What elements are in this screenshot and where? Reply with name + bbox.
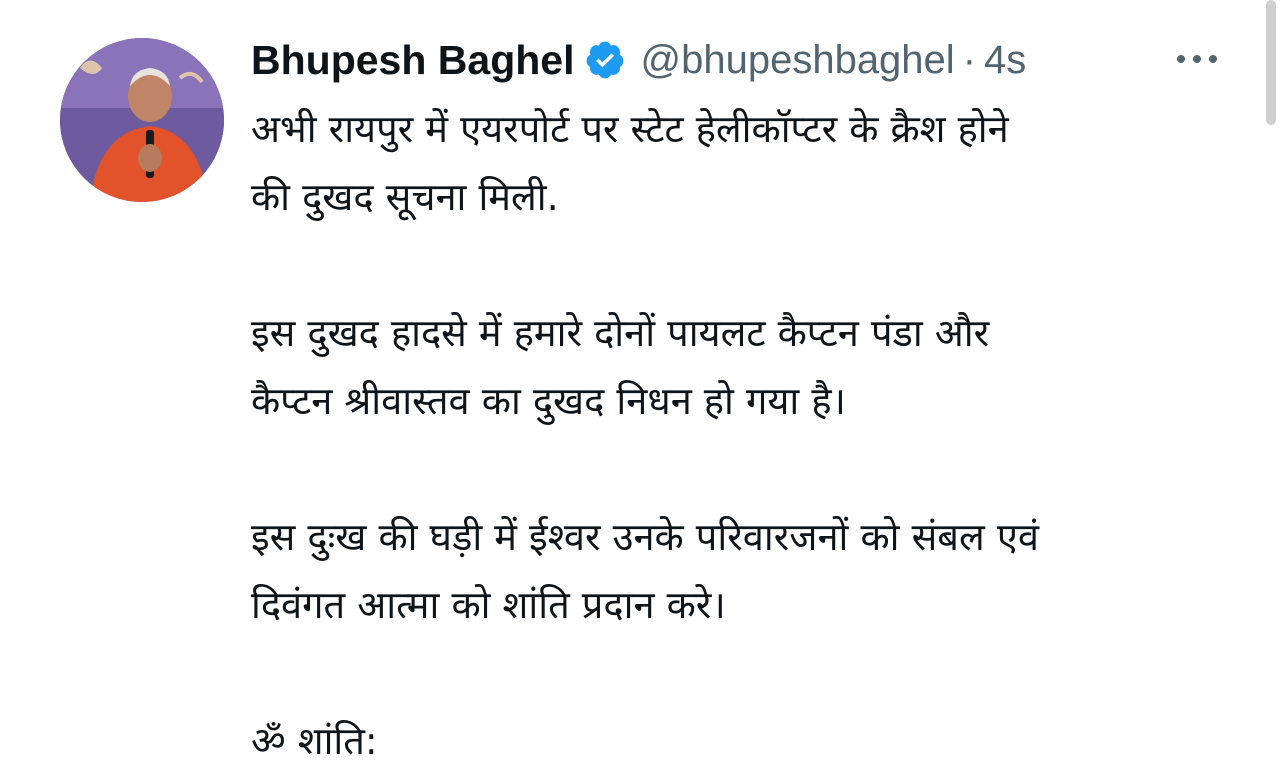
tweet-paragraph: इस दुःख की घड़ी में ईश्वर उनके परिवारजनो… (251, 515, 1039, 627)
verified-badge-icon (584, 39, 626, 81)
tweet[interactable]: Bhupesh Baghel @bhupeshbaghel · 4s अभी र… (0, 0, 1284, 775)
more-options-icon[interactable] (1172, 44, 1222, 74)
tweet-text: अभी रायपुर में एयरपोर्ट पर स्टेट हेलीकॉप… (251, 95, 1241, 775)
tweet-paragraph: अभी रायपुर में एयरपोर्ट पर स्टेट हेलीकॉप… (251, 107, 1009, 219)
header-separator: · (962, 37, 977, 82)
tweet-header: Bhupesh Baghel @bhupeshbaghel · 4s (251, 34, 1026, 86)
tweet-paragraph: ॐ शांति: (251, 719, 378, 763)
tweet-paragraph: इस दुखद हादसे में हमारे दोनों पायलट कैप्… (251, 311, 990, 423)
user-handle[interactable]: @bhupeshbaghel (640, 38, 954, 83)
display-name[interactable]: Bhupesh Baghel (251, 37, 574, 84)
avatar[interactable] (60, 38, 224, 202)
avatar-image (60, 38, 224, 202)
scrollbar[interactable] (1266, 0, 1276, 125)
tweet-timestamp[interactable]: 4s (984, 38, 1026, 83)
